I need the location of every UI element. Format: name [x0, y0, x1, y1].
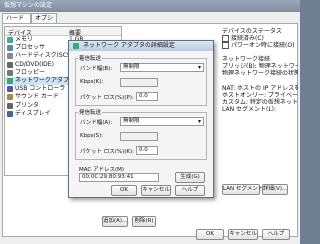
device-icon: [7, 110, 13, 117]
device-icon: [7, 69, 13, 76]
outgoing-loss-field[interactable]: 0.0: [136, 146, 158, 155]
tab-options[interactable]: オプション: [31, 13, 57, 32]
outgoing-bandwidth-select[interactable]: 無制限: [120, 117, 204, 126]
remove-device-button[interactable]: 削除(R): [132, 216, 156, 227]
device-name: フロッピー: [15, 68, 46, 76]
incoming-bandwidth-select[interactable]: 無制限: [120, 63, 204, 72]
device-name: ハードディスク(SCSI): [15, 52, 75, 60]
cancel-button[interactable]: キャンセル: [228, 229, 258, 240]
device-name: ディスプレイ: [15, 109, 51, 117]
device-name: CD/DVD(IDE): [15, 60, 54, 68]
device-icon: [7, 86, 13, 93]
lan-segment-button[interactable]: LAN セグメント(S)...: [222, 184, 276, 195]
hostonly-radio[interactable]: ホストオンリー: プライベートネットワーク: [222, 90, 298, 97]
network-connection-heading: ネットワーク接続: [222, 56, 271, 61]
window-title: 仮想マシンの設定: [0, 0, 300, 12]
incoming-kbps-field[interactable]: [120, 78, 158, 87]
connected-checkbox[interactable]: 接続済み(C): [222, 33, 298, 42]
incoming-bandwidth-label: バンド幅(B):: [80, 66, 113, 72]
replicate-checkbox[interactable]: 物理ネットワーク接続の状態を複製: [222, 68, 298, 75]
mac-address-label: MAC アドレス(M): [79, 167, 125, 173]
connect-on-power-checkbox[interactable]: パワーオン時に接続(O): [222, 40, 298, 49]
device-icon: [7, 45, 13, 52]
device-icon: [7, 77, 13, 84]
tab-hardware[interactable]: ハードウェア: [2, 13, 31, 32]
device-list-header: デバイス 概要: [5, 27, 121, 37]
status-heading: デバイスのステータス: [222, 28, 282, 35]
dialog-cancel-button[interactable]: キャンセル: [141, 185, 171, 196]
outgoing-bandwidth-value: 無制限: [123, 118, 140, 124]
custom-radio[interactable]: カスタム: 特定の仮想ネットワーク: [222, 97, 298, 104]
device-icon: [7, 94, 13, 101]
incoming-label: 着信転送: [78, 54, 103, 62]
device-icon: [7, 53, 13, 60]
outgoing-transfer-group: 発信転送 バンド幅(A): 無制限 Kbps(S): パケット ロス(%)(K)…: [75, 108, 207, 160]
outgoing-kbps-field[interactable]: [120, 132, 158, 141]
device-status-pane: デバイスのステータス 接続済み(C) パワーオン時に接続(O) ネットワーク接続…: [222, 26, 298, 111]
mac-address-field[interactable]: 00:0C:29:80:93:41: [79, 173, 159, 182]
outgoing-loss-value: 0.0: [139, 147, 148, 153]
device-name: メモリ: [15, 36, 34, 43]
generate-mac-button[interactable]: 生成(G): [175, 172, 205, 183]
add-device-button[interactable]: 追加(A)...: [102, 216, 128, 227]
lan-segment-label: LAN セグメント(L):: [222, 106, 277, 111]
network-icon: [73, 43, 79, 49]
device-icon: [7, 37, 13, 43]
incoming-loss-label: パケット ロス(%)(P):: [80, 95, 134, 101]
device-name: サウンド カード: [15, 93, 59, 101]
advanced-button[interactable]: 詳細(V)...: [262, 184, 288, 195]
dialog-help-button[interactable]: ヘルプ: [175, 185, 205, 196]
dialog-title: ネットワーク アダプタの詳細設定: [69, 41, 213, 51]
incoming-bandwidth-value: 無制限: [123, 64, 140, 70]
outgoing-bandwidth-label: バンド幅(A):: [80, 120, 113, 126]
bridged-radio[interactable]: ブリッジ(B): 物理ネットワークに直接接続: [222, 61, 298, 68]
incoming-loss-field[interactable]: 0.0: [136, 92, 158, 101]
device-name: プリンタ: [15, 101, 40, 109]
ok-button[interactable]: OK: [196, 229, 224, 240]
nat-radio[interactable]: NAT: ホストの IP アドレスを共有: [222, 83, 298, 90]
incoming-loss-value: 0.0: [139, 93, 148, 99]
outgoing-loss-label: パケット ロス(%)(K):: [80, 149, 135, 155]
mac-address-value: 00:0C:29:80:93:41: [82, 174, 134, 180]
dialog-ok-button[interactable]: OK: [111, 185, 137, 196]
checkbox-icon: [222, 42, 229, 49]
device-icon: [7, 102, 13, 109]
incoming-kbps-label: Kbps(K):: [80, 79, 104, 85]
outgoing-kbps-label: Kbps(S):: [80, 133, 104, 139]
device-name: ネットワークアダプタ: [15, 76, 76, 84]
incoming-transfer-group: 着信転送 バンド幅(B): 無制限 Kbps(K): パケット ロス(%)(P)…: [75, 54, 207, 106]
help-button[interactable]: ヘルプ: [262, 229, 290, 240]
device-icon: [7, 61, 13, 68]
settings-window: 仮想マシンの設定 ハードウェア オプション デバイス 概要 メモリ1 GBプロセ…: [0, 0, 300, 244]
outgoing-label: 発信転送: [78, 108, 103, 116]
network-adapter-advanced-dialog: ネットワーク アダプタの詳細設定 着信転送 バンド幅(B): 無制限 Kbps(…: [68, 40, 214, 198]
